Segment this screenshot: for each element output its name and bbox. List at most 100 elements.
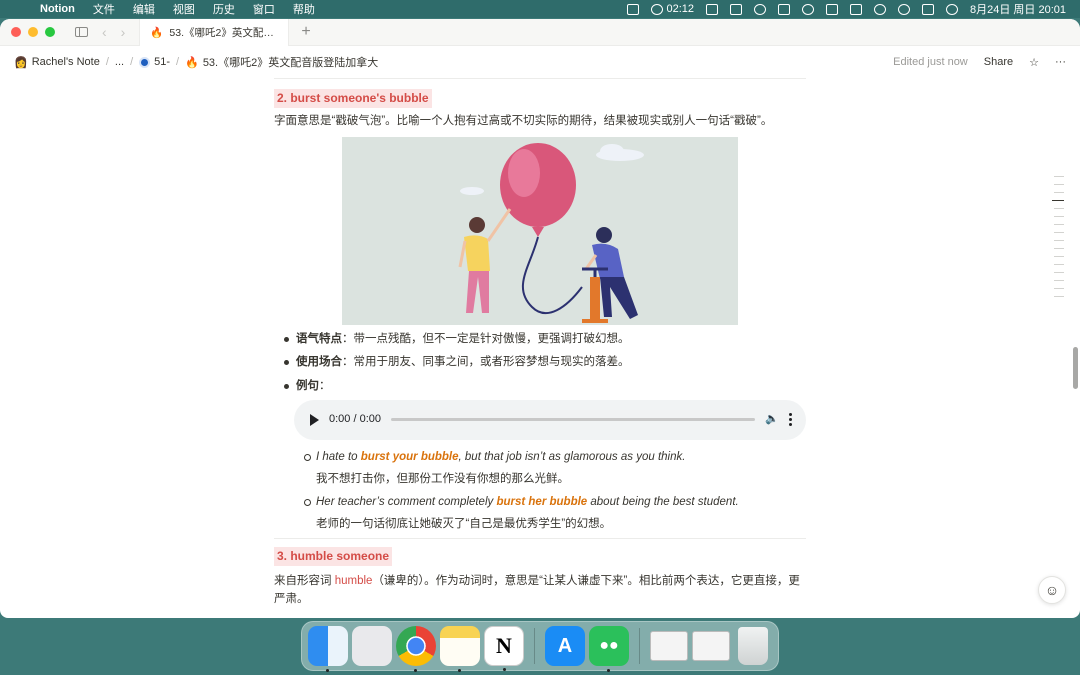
battery-icon[interactable] [850, 3, 862, 15]
outline-mark[interactable] [1054, 176, 1064, 177]
heading-burst-bubble[interactable]: 2. burst someone's bubble [274, 89, 432, 109]
definition-paragraph[interactable]: 字面意思是“戳破气泡”。比喻一个人抱有过高或不切实际的期待，结果被现实或别人一句… [274, 112, 806, 130]
minimize-window-button[interactable] [28, 27, 38, 37]
menu-view[interactable]: 视图 [164, 1, 204, 17]
balloon-illustration[interactable] [342, 136, 738, 325]
document-icon[interactable] [692, 631, 730, 661]
menu-file[interactable]: 文件 [84, 1, 124, 17]
example-item[interactable]: I hate to burst your bubble, but that jo… [304, 448, 806, 489]
outline-mark[interactable] [1054, 296, 1064, 297]
target-icon [139, 56, 151, 68]
fullscreen-window-button[interactable] [45, 27, 55, 37]
tab-current-page[interactable]: 🔥 53.《哪吒2》英文配音... [139, 19, 290, 46]
menu-window[interactable]: 窗口 [244, 1, 284, 17]
tone-label: 语气特点 [296, 332, 342, 345]
control-center-icon[interactable] [922, 3, 934, 15]
tool-menubar-icon[interactable] [730, 3, 742, 15]
menu-history[interactable]: 历史 [204, 1, 244, 17]
star-icon[interactable]: ☆ [1029, 56, 1039, 69]
outline-mark[interactable] [1054, 240, 1064, 241]
example-highlight: burst her bubble [496, 495, 588, 508]
notion-icon[interactable]: N [484, 626, 524, 671]
example-sentence-list: I hate to burst your bubble, but that jo… [274, 448, 806, 534]
audio-player: 0:00 / 0:00 🔈 [294, 399, 806, 440]
edited-status: Edited just now [893, 56, 968, 68]
chrome-icon[interactable] [396, 626, 436, 672]
page-outline[interactable] [1052, 176, 1064, 297]
clock-icon [651, 3, 664, 15]
fire-emoji-icon: 🔥 [185, 56, 199, 69]
notion-menubar-icon[interactable] [706, 3, 718, 15]
audio-more-icon[interactable] [789, 413, 792, 427]
outline-mark[interactable] [1054, 256, 1064, 257]
breadcrumb-parent[interactable]: 51- [139, 56, 170, 68]
example-english: Her teacher’s comment completely burst h… [316, 493, 806, 511]
scrollbar-thumb[interactable] [1073, 347, 1078, 389]
breadcrumb-current[interactable]: 🔥 53.《哪吒2》英文配音版登陆加拿大 [185, 54, 378, 70]
breadcrumb-separator: / [176, 56, 180, 68]
notes-icon[interactable] [440, 626, 480, 672]
outline-mark[interactable] [1054, 248, 1064, 249]
finder-icon[interactable] [308, 626, 348, 672]
wechat-menubar-icon[interactable] [754, 3, 766, 15]
launchpad-icon[interactable] [352, 626, 392, 666]
layers-menubar-icon[interactable] [778, 3, 790, 15]
photos-menubar-icon[interactable] [627, 3, 640, 15]
menu-edit[interactable]: 编辑 [124, 1, 164, 17]
running-indicator [414, 669, 417, 672]
breadcrumb-workspace[interactable]: 👩 Rachel's Note [14, 56, 100, 69]
outline-mark-active[interactable] [1052, 200, 1064, 201]
new-tab-button[interactable]: + [301, 23, 310, 41]
close-window-button[interactable] [11, 27, 21, 37]
wechat-icon[interactable]: ●● [589, 626, 629, 672]
play-menubar-icon[interactable] [802, 3, 814, 15]
usage-label: 使用场合 [296, 356, 342, 369]
notion-ai-button[interactable]: ☺ [1038, 576, 1066, 604]
share-button[interactable]: Share [984, 56, 1013, 68]
fire-emoji-icon: 🔥 [150, 26, 164, 39]
outline-mark[interactable] [1054, 184, 1064, 185]
example-chinese: 老师的一句话彻底让她破灭了“自己是最优秀学生”的幻想。 [316, 518, 612, 531]
siri-icon[interactable] [946, 3, 958, 15]
wifi-icon[interactable] [874, 3, 886, 15]
sidebar-toggle-icon[interactable] [75, 27, 88, 37]
tab-title: 53.《哪吒2》英文配音... [169, 26, 279, 39]
menu-app-name[interactable]: Notion [36, 3, 84, 15]
app-store-icon[interactable]: A [545, 626, 585, 666]
outline-mark[interactable] [1054, 216, 1064, 217]
audio-progress-track[interactable] [391, 418, 756, 422]
bullet-examples[interactable]: 例句： [282, 377, 806, 395]
outline-mark[interactable] [1054, 208, 1064, 209]
outline-mark[interactable] [1054, 288, 1064, 289]
example-item[interactable]: Her teacher’s comment completely burst h… [304, 493, 806, 534]
page-topbar: 👩 Rachel's Note / ... / 51- / 🔥 53.《哪吒2》… [0, 46, 1080, 78]
outline-mark[interactable] [1054, 224, 1064, 225]
spotlight-search-icon[interactable] [898, 3, 910, 15]
document-icon[interactable] [650, 631, 688, 661]
outline-mark[interactable] [1054, 272, 1064, 273]
grid-menubar-icon[interactable] [826, 3, 838, 15]
back-arrow-icon[interactable]: ‹ [102, 24, 107, 40]
volume-icon[interactable]: 🔈 [765, 411, 779, 429]
menu-help[interactable]: 帮助 [284, 1, 324, 17]
breadcrumb-ellipsis[interactable]: ... [115, 56, 124, 68]
timer-status[interactable]: 02:12 [651, 3, 694, 15]
more-options-icon[interactable]: ··· [1055, 56, 1066, 68]
outline-mark[interactable] [1054, 264, 1064, 265]
humble-definition-paragraph[interactable]: 来自形容词 humble（谦卑的）。作为动词时，意思是“让某人谦虚下来”。相比前… [274, 572, 806, 609]
forward-arrow-icon[interactable]: › [121, 24, 126, 40]
balloon-scene-image [458, 142, 644, 323]
menubar-datetime[interactable]: 8月24日 周日 20:01 [970, 1, 1066, 17]
tone-text: ：带一点残酷，但不一定是针对傲慢，更强调打破幻想。 [342, 332, 630, 345]
heading-humble-someone[interactable]: 3. humble someone [274, 546, 393, 566]
outline-mark[interactable] [1054, 192, 1064, 193]
outline-mark[interactable] [1054, 280, 1064, 281]
outline-mark[interactable] [1054, 232, 1064, 233]
bullet-usage[interactable]: 使用场合：常用于朋友、同事之间，或者形容梦想与现实的落差。 [282, 353, 806, 371]
trash-icon[interactable] [738, 627, 768, 665]
example-text: I hate to [316, 450, 361, 463]
bullet-tone[interactable]: 语气特点：带一点残酷，但不一定是针对傲慢，更强调打破幻想。 [282, 330, 806, 348]
menu-bar: Notion 文件 编辑 视图 历史 窗口 帮助 02:12 8月24日 周日 … [0, 0, 1080, 18]
play-icon[interactable] [310, 413, 319, 426]
notion-window: ‹ › 🔥 53.《哪吒2》英文配音... + 👩 Rachel's Note … [0, 19, 1080, 618]
